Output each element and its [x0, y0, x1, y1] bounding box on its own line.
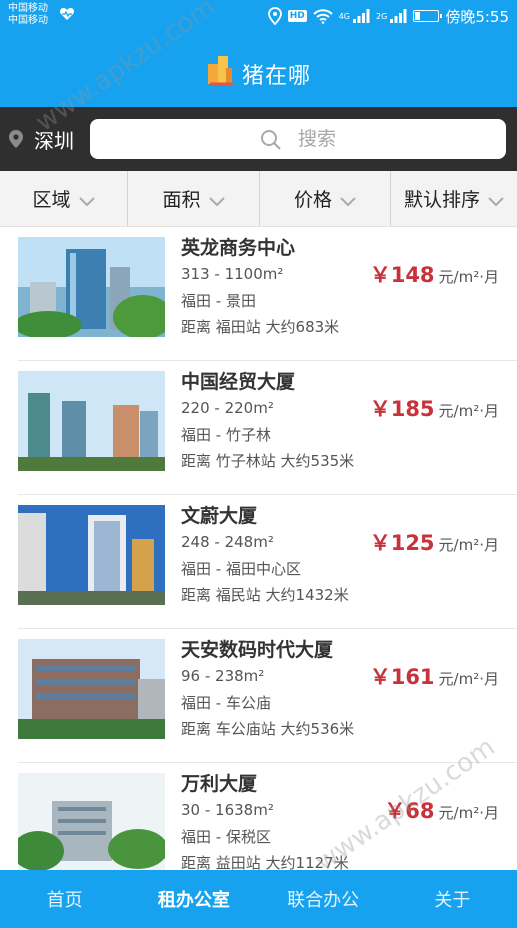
filter-label: 价格 [293, 189, 332, 211]
wifi-icon [313, 9, 333, 24]
heart-rate-icon [59, 8, 75, 20]
clock: 傍晚5:55 [445, 7, 509, 26]
listing-area: 220 - 220m² [181, 399, 274, 417]
listing-name: 天安数码时代大厦 [181, 639, 334, 661]
battery-icon [413, 10, 443, 22]
listing-price: ￥185 [369, 397, 435, 421]
app-header: 猪在哪 [0, 32, 517, 107]
nav-about[interactable]: 关于 [388, 870, 517, 928]
building-photo [18, 505, 165, 605]
chevron-down-icon [340, 196, 356, 206]
listing-name: 中国经贸大厦 [181, 371, 296, 393]
building-photo [18, 371, 165, 471]
listing-price: ￥161 [369, 665, 435, 689]
network-type-2: 2G [376, 11, 388, 21]
listing-name: 万利大厦 [181, 773, 258, 795]
listing-district: 福田 - 景田 [181, 292, 256, 310]
hd-badge: HD [287, 10, 307, 22]
location-icon [267, 7, 282, 25]
nav-rent-office[interactable]: 租办公室 [129, 870, 258, 928]
app-logo-icon [208, 56, 234, 86]
listing-area: 30 - 1638m² [181, 801, 274, 819]
filter-sort[interactable]: 默认排序 [391, 171, 517, 226]
filter-label: 面积 [162, 189, 201, 211]
listing-price-line: ￥68 元/m²·月 [384, 795, 499, 825]
listing-name: 文蔚大厦 [181, 505, 258, 527]
status-icons: HD 4G 2G 傍晚5:55 [267, 4, 509, 28]
carrier-info: 中国移动 中国移动 [8, 3, 48, 27]
bottom-nav: 首页 租办公室 联合办公 关于 [0, 870, 517, 928]
building-photo [18, 639, 165, 739]
listing-distance: 距离 福田站 大约683米 [181, 318, 340, 336]
location-pin-icon [9, 130, 23, 148]
nav-home[interactable]: 首页 [0, 870, 129, 928]
price-unit: 元/m²·月 [438, 268, 499, 286]
carrier-1: 中国移动 [8, 3, 48, 14]
filter-region[interactable]: 区域 [0, 171, 128, 226]
listing-price: ￥148 [369, 263, 435, 287]
filter-bar: 区域 面积 价格 默认排序 [0, 171, 517, 227]
list-item[interactable]: 英龙商务中心 313 - 1100m² 福田 - 景田 距离 福田站 大约683… [0, 227, 517, 361]
building-photo [18, 237, 165, 337]
signal-icon-2 [390, 9, 407, 23]
list-item[interactable]: 文蔚大厦 248 - 248m² 福田 - 福田中心区 距离 福民站 大约143… [0, 495, 517, 629]
filter-label: 默认排序 [403, 189, 480, 211]
list-item[interactable]: 天安数码时代大厦 96 - 238m² 福田 - 车公庙 距离 车公庙站 大约5… [0, 629, 517, 763]
search-bar: 深圳 [0, 107, 517, 171]
listing-distance: 距离 竹子林站 大约535米 [181, 452, 355, 470]
listing-price-line: ￥148 元/m²·月 [370, 259, 499, 289]
listing-district: 福田 - 福田中心区 [181, 560, 301, 578]
list-item[interactable]: 中国经贸大厦 220 - 220m² 福田 - 竹子林 距离 竹子林站 大约53… [0, 361, 517, 495]
listing-district: 福田 - 竹子林 [181, 426, 271, 444]
listing-district: 福田 - 车公庙 [181, 694, 271, 712]
price-unit: 元/m²·月 [438, 536, 499, 554]
chevron-down-icon [488, 196, 504, 206]
listing-area: 248 - 248m² [181, 533, 274, 551]
search-box[interactable] [90, 119, 506, 159]
listing-name: 英龙商务中心 [181, 237, 296, 259]
network-type-1: 4G [338, 11, 351, 21]
search-input[interactable] [90, 119, 506, 159]
listing-area: 313 - 1100m² [181, 265, 284, 283]
listing-district: 福田 - 保税区 [181, 828, 271, 846]
listing-price-line: ￥161 元/m²·月 [370, 661, 499, 691]
listing-price: ￥68 [384, 799, 435, 823]
listing-price-line: ￥185 元/m²·月 [370, 393, 499, 423]
listing-distance: 距离 车公庙站 大约536米 [181, 720, 355, 738]
search-icon [261, 130, 281, 150]
chevron-down-icon [78, 196, 95, 206]
listing-price-line: ￥125 元/m²·月 [370, 527, 499, 557]
app-title: 猪在哪 [242, 64, 312, 89]
price-unit: 元/m²·月 [438, 402, 499, 420]
city-selector[interactable]: 深圳 [34, 125, 74, 154]
filter-label: 区域 [32, 189, 71, 211]
nav-coworking[interactable]: 联合办公 [259, 870, 388, 928]
filter-area[interactable]: 面积 [128, 171, 260, 226]
carrier-2: 中国移动 [8, 15, 48, 26]
chevron-down-icon [208, 196, 225, 206]
listing-price: ￥125 [369, 531, 435, 555]
listing-area: 96 - 238m² [181, 667, 265, 685]
filter-price[interactable]: 价格 [260, 171, 391, 226]
listing-distance: 距离 福民站 大约1432米 [181, 586, 349, 604]
price-unit: 元/m²·月 [438, 804, 499, 822]
building-photo [18, 773, 165, 873]
status-bar: 中国移动 中国移动 HD 4G 2G 傍晚5:55 [0, 0, 517, 32]
signal-icon [353, 9, 370, 23]
price-unit: 元/m²·月 [438, 670, 499, 688]
